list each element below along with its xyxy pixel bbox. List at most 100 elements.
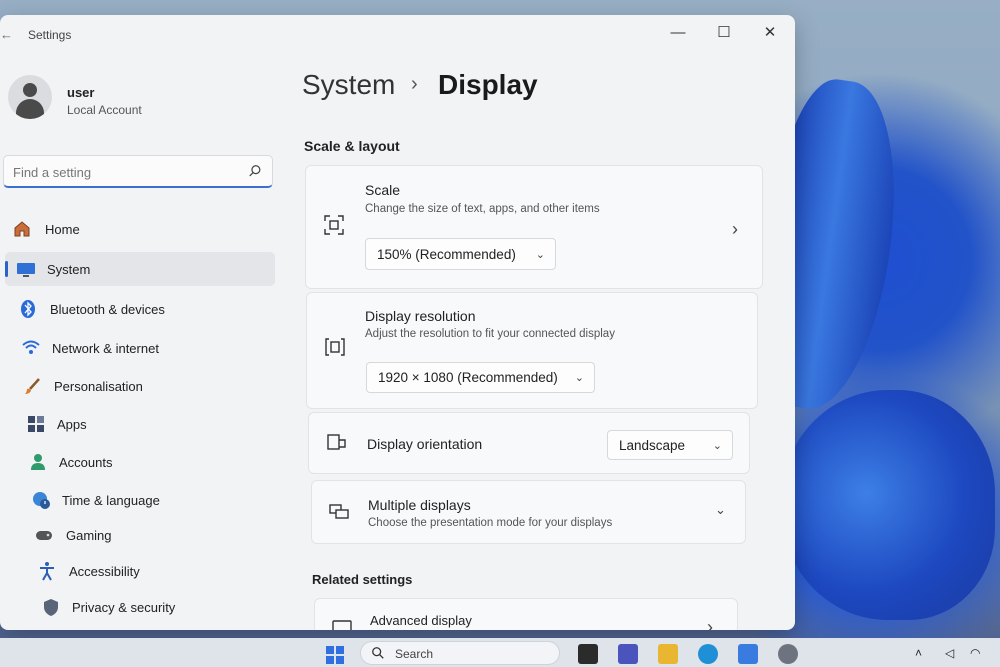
avatar-head (23, 83, 37, 97)
taskbar-search[interactable]: Search (360, 641, 560, 665)
search-icon (249, 165, 261, 177)
breadcrumb-separator: › (411, 73, 418, 95)
scale-subtitle: Change the size of text, apps, and other… (365, 203, 600, 215)
sidebar-item-label: System (47, 261, 91, 277)
multiple-displays-icon (329, 504, 349, 519)
sidebar-item-label: Apps (57, 416, 87, 432)
sidebar-item-label: Gaming (66, 527, 112, 543)
section-title-related: Related settings (312, 572, 413, 587)
edge-icon[interactable] (698, 644, 718, 664)
maximize-button[interactable]: ☐ (702, 21, 746, 43)
sidebar-item-home[interactable]: Home (5, 212, 275, 246)
back-arrow-icon[interactable]: ← (0, 27, 13, 42)
multiple-displays-title: Multiple displays (368, 497, 471, 513)
resolution-dropdown[interactable]: 1920 × 1080 (Recommended) ⌄ (366, 362, 595, 393)
task-view-icon[interactable] (578, 644, 598, 664)
scale-dropdown[interactable]: 150% (Recommended) ⌄ (365, 238, 556, 270)
close-button[interactable]: ✕ (748, 21, 792, 43)
globe-clock-icon (33, 492, 50, 509)
resolution-card: Display resolution Adjust the resolution… (306, 292, 758, 409)
file-explorer-icon[interactable] (658, 644, 678, 664)
section-title-scale-layout: Scale & layout (304, 138, 400, 154)
chevron-right-icon: › (707, 617, 713, 630)
sidebar-item-label: Accessibility (69, 563, 140, 579)
store-icon[interactable] (738, 644, 758, 664)
scale-icon (324, 215, 344, 235)
sidebar-item-gaming[interactable]: Gaming (5, 518, 275, 552)
profile-name: user (67, 85, 95, 100)
apps-icon (28, 416, 44, 432)
app-title: Settings (28, 28, 72, 42)
taskbar: Search ˄ ◁ ◠ (0, 638, 1000, 667)
orientation-title: Display orientation (367, 436, 483, 452)
home-icon (14, 221, 30, 237)
avatar[interactable] (8, 75, 52, 119)
wifi-icon[interactable]: ◠ (970, 646, 980, 660)
chevron-down-icon: ⌄ (712, 439, 722, 452)
sidebar-item-label: Privacy & security (72, 599, 176, 615)
taskbar-search-label: Search (395, 647, 434, 661)
page-title: Display (438, 69, 538, 100)
search-icon (372, 647, 384, 659)
sidebar-item-accessibility[interactable]: Accessibility (5, 554, 275, 588)
sidebar-item-label: Home (45, 221, 80, 237)
bluetooth-icon (21, 300, 35, 318)
breadcrumb-parent[interactable]: System (302, 69, 395, 101)
sidebar-item-label: Accounts (59, 454, 113, 470)
person-icon (31, 454, 45, 470)
orientation-dropdown[interactable]: Landscape ⌄ (607, 430, 733, 460)
chevron-down-icon: ⌄ (535, 248, 545, 261)
advanced-display-title: Advanced display (370, 613, 472, 628)
sidebar-item-bluetooth[interactable]: Bluetooth & devices (5, 292, 275, 326)
start-button[interactable] (326, 646, 344, 664)
sidebar-item-time-language[interactable]: Time & language (5, 483, 275, 517)
start-logo-tile (336, 646, 344, 654)
orientation-value: Landscape (619, 437, 686, 453)
search-placeholder: Find a setting (13, 165, 92, 180)
resolution-icon (325, 338, 345, 356)
multiple-displays-subtitle: Choose the presentation mode for your di… (368, 517, 613, 529)
accessibility-icon (40, 562, 54, 581)
search-input[interactable]: Find a setting (3, 155, 273, 188)
active-indicator (5, 261, 8, 277)
resolution-value: 1920 × 1080 (Recommended) (378, 370, 558, 385)
settings-window: ← Settings — ☐ ✕ user Local Account Find… (0, 15, 795, 630)
scale-value: 150% (Recommended) (377, 246, 516, 262)
chevron-up-icon[interactable]: ˄ (915, 646, 922, 660)
scale-card[interactable]: Scale Change the size of text, apps, and… (305, 165, 763, 289)
sidebar-item-accounts[interactable]: Accounts (5, 445, 275, 479)
chevron-right-icon[interactable]: › (732, 219, 738, 240)
sidebar-item-label: Network & internet (52, 340, 159, 356)
sidebar-item-label: Time & language (62, 492, 160, 508)
orientation-card: Display orientation Landscape ⌄ (308, 412, 750, 474)
profile-account-type: Local Account (67, 103, 142, 117)
sidebar-item-system[interactable]: System (5, 252, 275, 286)
monitor-icon (17, 263, 35, 277)
multiple-displays-card[interactable]: Multiple displays Choose the presentatio… (311, 480, 746, 544)
chevron-down-icon: ⌄ (574, 372, 584, 384)
sidebar-item-apps[interactable]: Apps (5, 407, 275, 441)
start-logo-tile (336, 656, 344, 664)
chevron-down-icon[interactable]: ⌄ (715, 502, 726, 518)
sidebar-item-privacy[interactable]: Privacy & security (5, 590, 275, 624)
network-icon[interactable]: ◁ (945, 646, 954, 660)
minimize-button[interactable]: — (656, 21, 700, 43)
resolution-title: Display resolution (365, 308, 476, 324)
brush-icon (25, 378, 40, 394)
wifi-icon (22, 340, 40, 354)
scale-title: Scale (365, 182, 401, 198)
sidebar-item-label: Bluetooth & devices (50, 301, 165, 317)
avatar-body (16, 99, 44, 119)
sidebar-item-personalisation[interactable]: Personalisation (5, 369, 275, 403)
settings-gear-icon[interactable] (778, 644, 798, 664)
teams-icon[interactable] (618, 644, 638, 664)
sidebar-item-network[interactable]: Network & internet (5, 331, 275, 365)
start-logo-tile (326, 646, 334, 654)
shield-icon (44, 599, 58, 616)
resolution-subtitle: Adjust the resolution to fit your connec… (365, 328, 615, 340)
wallpaper-bloom (780, 390, 995, 620)
sidebar-item-label: Personalisation (54, 378, 143, 394)
monitor-icon (332, 620, 352, 630)
advanced-display-card[interactable]: Advanced display › (314, 598, 738, 630)
start-logo-tile (326, 656, 334, 664)
